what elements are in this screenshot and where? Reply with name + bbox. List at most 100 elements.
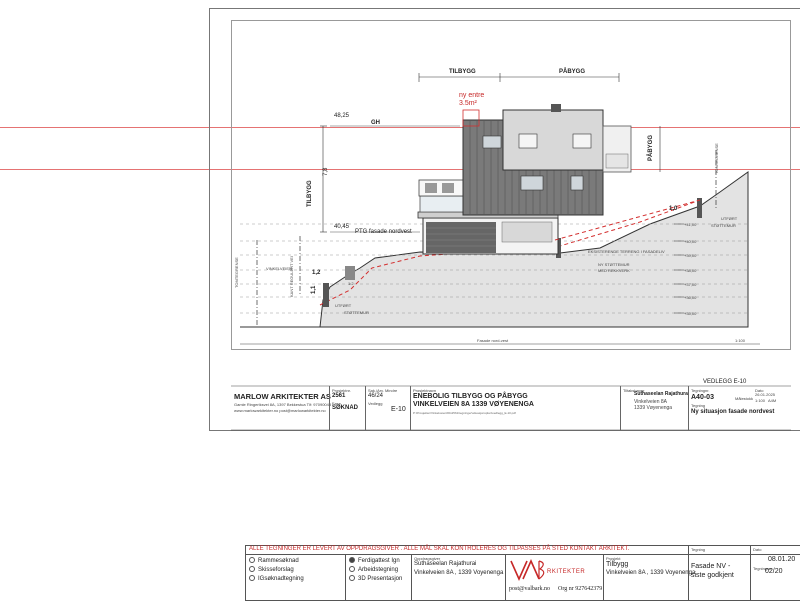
oppdragsgiver: Suthaseelan Rajathurai bbox=[414, 561, 477, 567]
lower-dato: 08.01.20 bbox=[768, 556, 796, 563]
options-mid: Ferdigattest Ign Arbeidstegning 3D Prese… bbox=[349, 557, 402, 584]
level-40: +40,00 bbox=[684, 239, 697, 244]
garage-door bbox=[426, 222, 496, 253]
level-39: +39,00 bbox=[684, 253, 697, 258]
option-igsoknad[interactable]: IGsøknadtegning bbox=[249, 575, 304, 584]
drawing-scale: 1:100 bbox=[735, 338, 746, 343]
drawing-caption: Fasade nord-vest bbox=[477, 338, 509, 343]
label-ptg-value: 40,45 bbox=[334, 224, 350, 230]
label-exist-terreng: EKSISTERENDE TERRENG I FASADELIV bbox=[588, 249, 665, 254]
lower-tegningnr: 02/20 bbox=[765, 568, 783, 575]
label-dim-12: 1,2 bbox=[312, 270, 321, 276]
valbark-logo: RKITEKTER bbox=[509, 557, 605, 583]
tegning-label: Tegning bbox=[691, 403, 706, 408]
logo-mark-icon bbox=[510, 559, 545, 581]
tb-divider-4 bbox=[620, 386, 621, 430]
radio-icon bbox=[249, 566, 255, 573]
logo-text: RKITEKTER bbox=[547, 569, 586, 575]
label-ny-stottemur-2: MED REKKVERK bbox=[598, 268, 630, 273]
label-utfort-left-1: UTFØRT bbox=[335, 303, 352, 308]
vedlegg-header: VEDLEGG E-10 bbox=[703, 379, 747, 385]
label-tomtegrense-right: TOMTEGRENSE bbox=[714, 143, 719, 174]
sak: 46/24 bbox=[368, 393, 384, 399]
level-41: +41,00 bbox=[684, 222, 697, 227]
lower-divider-1 bbox=[345, 554, 346, 601]
radio-icon bbox=[249, 557, 255, 564]
label-gh-value: 48,25 bbox=[334, 113, 350, 119]
label-gh: GH bbox=[371, 120, 380, 126]
level-35: +35,00 bbox=[684, 311, 697, 316]
option-3d[interactable]: 3D Presentasjon bbox=[349, 575, 402, 584]
facade-drawing bbox=[231, 73, 791, 431]
label-vert-tilbygg: TILBYGG bbox=[307, 180, 313, 207]
tb-divider-1 bbox=[329, 386, 330, 430]
label-utfort-right-1: UTFØRT bbox=[721, 216, 738, 221]
label-dim-11: 1,1 bbox=[311, 285, 317, 294]
label-slope: 1:2 bbox=[348, 281, 354, 286]
tiltakshaver: Suthaseelan Rajathurai bbox=[634, 391, 690, 397]
option-skisseforslag[interactable]: Skisseforslag bbox=[249, 566, 304, 575]
lower-divider-5 bbox=[688, 545, 689, 601]
lower-dato-label: Dato bbox=[753, 547, 762, 552]
tegningnr: A40-03 bbox=[691, 394, 714, 401]
malestokk: 1:100 bbox=[755, 398, 766, 403]
label-vinkelveien: VINKELVEIEN bbox=[266, 266, 292, 271]
file-path: P:\Prosjekter\Vinkelveien\8A\2561\tegnin… bbox=[413, 411, 516, 415]
dato: 26.01.2025 bbox=[755, 392, 776, 397]
lower-divider-3 bbox=[505, 554, 506, 601]
label-pabygg: PÅBYGG bbox=[559, 69, 586, 75]
lower-tegning-1: Fasade NV - bbox=[691, 563, 731, 570]
garage-entry bbox=[501, 221, 553, 243]
label-tomtegrense-left: TOMTEGRENSE bbox=[234, 257, 239, 288]
radio-icon bbox=[349, 566, 355, 573]
label-ptg: PTG fasade nordvest bbox=[355, 229, 412, 235]
company-web: www.marlowarkitekter.no post@marlowarkit… bbox=[234, 408, 326, 413]
label-dim-10: 1,0 bbox=[669, 206, 678, 212]
label-ny-entre-area: 3.5m² bbox=[459, 100, 477, 107]
chimney bbox=[551, 104, 561, 112]
vedlegg-label: Vedlegg bbox=[368, 401, 383, 406]
label-vert-pabygg: PÅBYGG bbox=[648, 134, 654, 161]
label-kant-regulert-vei: KANT REGULERT VEI bbox=[289, 256, 294, 297]
level-37: +37,00 bbox=[684, 282, 697, 287]
option-rammesoknad[interactable]: Rammesøknad bbox=[249, 557, 304, 566]
prosjektnr: 2561 bbox=[332, 393, 346, 399]
malestokk-label: Målestokk bbox=[735, 396, 754, 401]
label-ny-entre: ny entre bbox=[459, 92, 485, 99]
notice-divider bbox=[245, 554, 800, 555]
level-38: +38,00 bbox=[684, 268, 697, 273]
radio-icon bbox=[349, 575, 355, 582]
label-tilbygg: TILBYGG bbox=[449, 69, 476, 75]
lower-prosjekt-addr: Vinkelveien 8A , 1339 Voyenenga bbox=[606, 570, 696, 576]
fase: SØKNAD bbox=[332, 405, 359, 411]
lower-divider-4 bbox=[603, 554, 604, 601]
label-height: 7,8 bbox=[323, 167, 329, 176]
format: A4M bbox=[768, 398, 777, 403]
lower-tegning-label: Tegning bbox=[691, 547, 706, 552]
options-left: Rammesøknad Skisseforslag IGsøknadtegnin… bbox=[249, 557, 304, 584]
retaining-wall-left bbox=[323, 283, 329, 307]
company-name: MARLOW ARKITEKTER AS bbox=[234, 392, 331, 401]
level-36: +36,00 bbox=[684, 295, 697, 300]
stair-left bbox=[345, 266, 355, 280]
tegning: Ny situasjon fasade nordvest bbox=[691, 409, 775, 415]
lower-tegning-2: siste godkjent bbox=[691, 572, 734, 579]
label-ny-stottemur-1: NY STØTTEMUR bbox=[598, 262, 630, 267]
prosjekt-line-1: ENEBOLIG TILBYGG OG PÅBYGG bbox=[413, 393, 528, 400]
prosjekt-line-2: VINKELVEIEN 8A 1339 VØYENENGA bbox=[413, 401, 534, 408]
label-utfort-right-2: STØTTEMUR bbox=[711, 223, 736, 228]
option-arbeidstegning[interactable]: Arbeidstegning bbox=[349, 566, 402, 575]
label-utfort-left-2: STØTTEMUR bbox=[344, 310, 369, 315]
oppdragsgiver-addr: Vinkelveien 8A , 1339 Voyenenga bbox=[414, 570, 504, 576]
option-ferdigattest[interactable]: Ferdigattest Ign bbox=[349, 557, 402, 566]
radio-selected-icon bbox=[349, 557, 355, 564]
tegningnr-label: Tegningnr. bbox=[691, 388, 710, 393]
company-address: Gamle Ringeriksvei 8A, 1397 Bekkestua Tl… bbox=[234, 402, 332, 407]
notice: ALLE TEGNINGER ER LEVERT AV OPPDRAGSGIVE… bbox=[249, 546, 630, 552]
lower-prosjekt: Tilbygg bbox=[606, 561, 629, 568]
org-nr: Org nr 927642379 bbox=[558, 586, 603, 592]
radio-icon bbox=[249, 575, 255, 582]
lower-divider-2 bbox=[411, 554, 412, 601]
post-email: post@valbark.no bbox=[509, 586, 551, 592]
tb-divider-2 bbox=[365, 386, 366, 430]
